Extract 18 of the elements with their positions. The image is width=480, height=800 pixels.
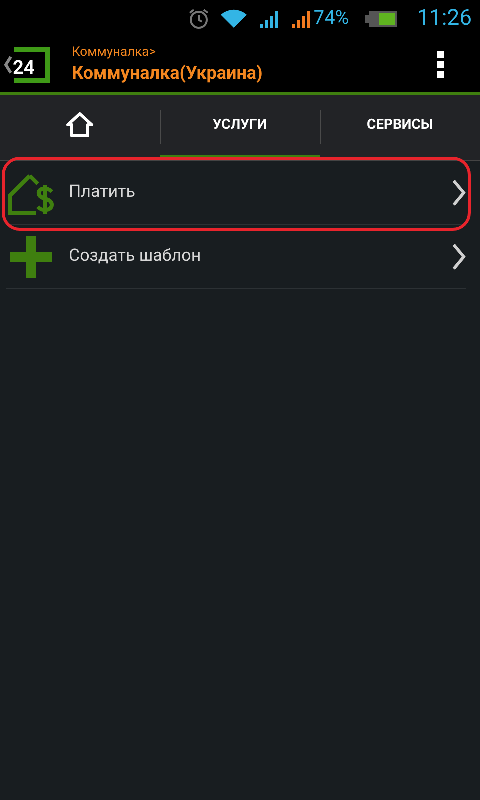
battery-icon (365, 8, 400, 28)
back-logo-button[interactable]: 24 (0, 46, 50, 82)
chevron-right-icon (452, 242, 466, 270)
wifi-icon (220, 8, 248, 30)
chevron-right-icon (452, 178, 466, 206)
logo: 24 (14, 46, 50, 82)
screen-title: Коммуналка(Украина) (72, 62, 264, 86)
menu-item[interactable]: Создать шаблон (6, 225, 466, 289)
tab[interactable]: СЕРВИСЫ (320, 95, 480, 160)
plus-icon (10, 236, 52, 278)
home-icon (66, 111, 94, 139)
breadcrumb: Коммуналка> (72, 44, 158, 62)
back-caret-icon (4, 56, 12, 74)
menu-item[interactable]: Платить (6, 161, 466, 225)
alarm-icon (188, 8, 210, 30)
battery-percent: 74% (314, 5, 350, 32)
clock-time: 11:26 (417, 5, 472, 33)
tab[interactable]: УСЛУГИ (160, 95, 320, 160)
